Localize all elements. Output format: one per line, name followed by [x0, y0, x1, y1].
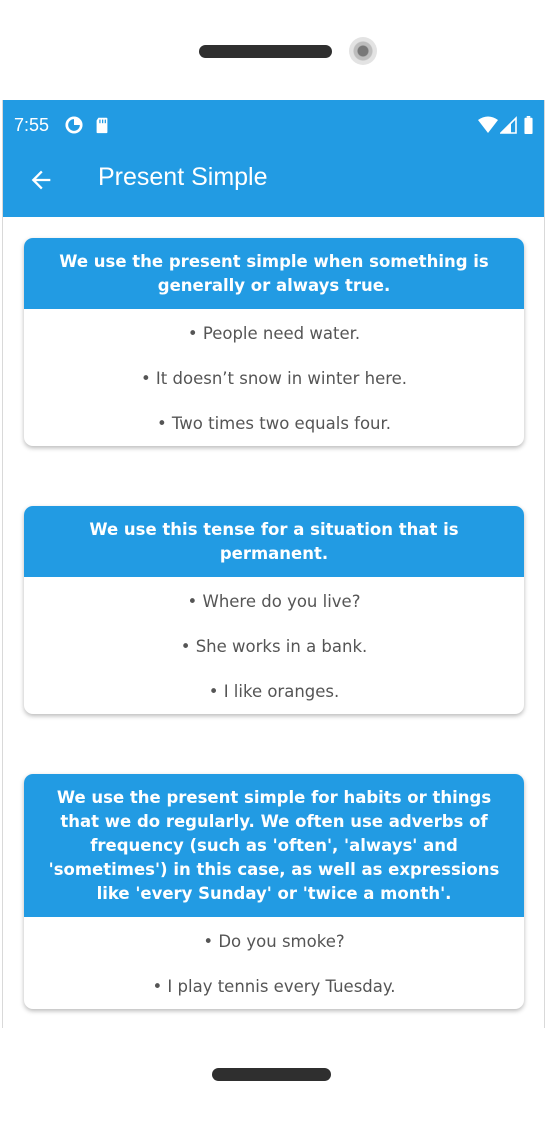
wifi-icon [478, 116, 498, 133]
rule-card: We use this tense for a situation that i… [24, 506, 524, 714]
device-speaker [199, 45, 332, 58]
signal-icon [500, 116, 517, 134]
device-frame-bottom [0, 1028, 545, 1130]
example-sentence: • She works in a bank. [180, 637, 368, 656]
examples-list: • Do you smoke? • I play tennis every Tu… [24, 919, 524, 1009]
page-title: Present Simple [98, 163, 268, 191]
rule-card: We use the present simple when something… [24, 238, 524, 446]
example-sentence: • Where do you live? [187, 592, 361, 611]
examples-list: • Where do you live? • She works in a ba… [24, 579, 524, 714]
rule-heading: We use the present simple when something… [24, 238, 524, 309]
example-sentence: • Do you smoke? [203, 932, 345, 951]
device-camera [349, 37, 377, 65]
sd-card-icon [96, 117, 108, 134]
back-arrow-icon[interactable] [27, 166, 55, 194]
example-sentence: • I like oranges. [208, 682, 340, 701]
device-frame-top [0, 0, 545, 100]
example-sentence: • It doesn’t snow in winter here. [140, 369, 408, 388]
rule-heading: We use this tense for a situation that i… [24, 506, 524, 577]
rule-heading: We use the present simple for habits or … [24, 774, 524, 917]
example-sentence: • I play tennis every Tuesday. [152, 977, 396, 996]
lesson-content[interactable]: We use the present simple when something… [3, 217, 544, 1028]
screen: 7:55 Present Simple We use the present s… [2, 100, 545, 1028]
example-sentence: • People need water. [187, 324, 361, 343]
app-bar: 7:55 Present Simple [3, 100, 544, 217]
data-saver-icon [65, 116, 83, 134]
rule-card: We use the present simple for habits or … [24, 774, 524, 1009]
home-indicator[interactable] [212, 1068, 331, 1081]
example-sentence: • Two times two equals four. [156, 414, 392, 433]
battery-icon [524, 116, 533, 134]
status-time: 7:55 [14, 115, 50, 135]
examples-list: • People need water. • It doesn’t snow i… [24, 311, 524, 446]
